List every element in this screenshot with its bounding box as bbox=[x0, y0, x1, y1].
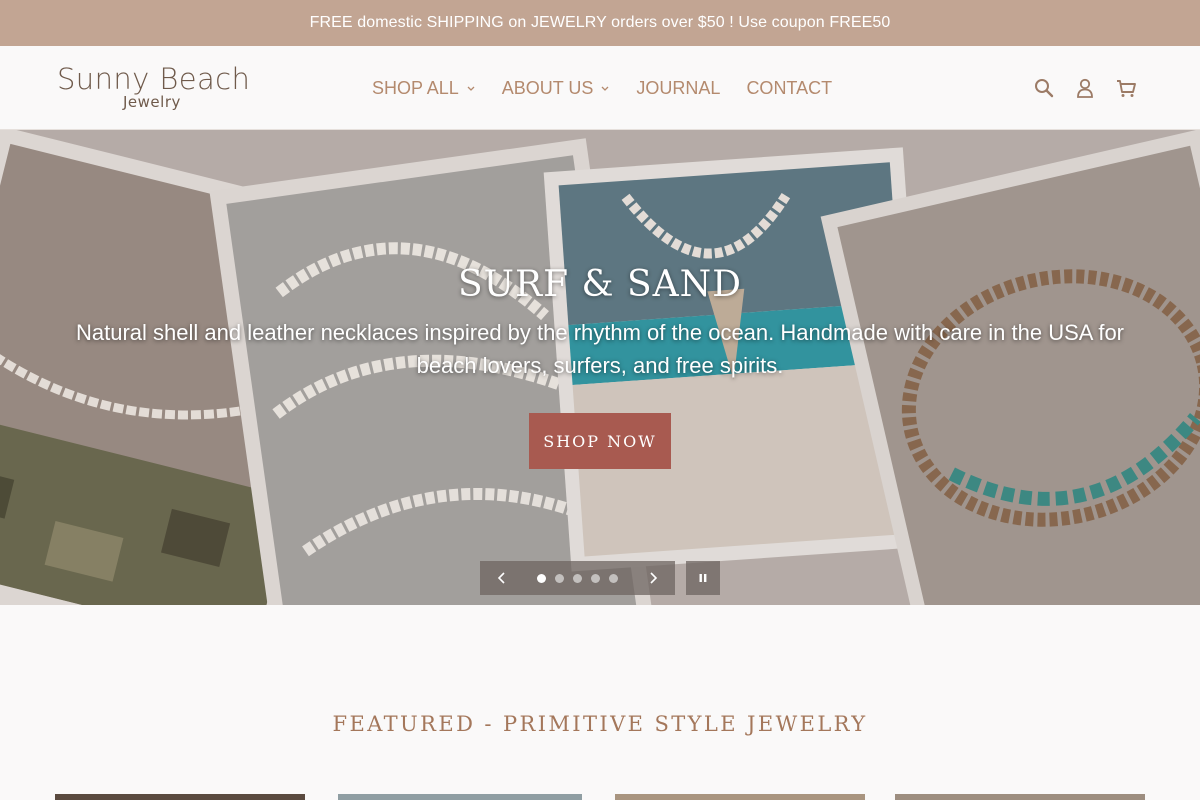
cart-icon[interactable] bbox=[1114, 76, 1138, 100]
featured-section-title: FEATURED - PRIMITIVE STYLE JEWELRY bbox=[332, 712, 868, 736]
nav-label: CONTACT bbox=[746, 77, 833, 98]
next-slide-icon[interactable] bbox=[645, 570, 661, 586]
slideshow-controls bbox=[480, 561, 675, 595]
product-thumbnail[interactable] bbox=[338, 794, 582, 800]
hero-slideshow: SURF & SAND Natural shell and leather ne… bbox=[0, 130, 1200, 605]
nav-label: JOURNAL bbox=[636, 77, 721, 98]
main-nav: SHOP ALL ABOUT US JOURNAL CONTACT bbox=[372, 46, 832, 130]
shop-now-button[interactable]: SHOP NOW bbox=[529, 413, 671, 469]
announcement-text: FREE domestic SHIPPING on JEWELRY orders… bbox=[309, 14, 891, 31]
product-thumbnail[interactable] bbox=[615, 794, 865, 800]
account-icon[interactable] bbox=[1073, 76, 1097, 100]
hero-title: SURF & SAND bbox=[457, 264, 743, 305]
nav-label: SHOP ALL bbox=[372, 77, 459, 98]
previous-slide-icon[interactable] bbox=[494, 570, 510, 586]
slide-dot[interactable] bbox=[591, 573, 600, 583]
featured-products-row bbox=[0, 794, 1200, 800]
chevron-down-icon bbox=[601, 86, 609, 91]
nav-item-journal[interactable]: JOURNAL bbox=[636, 78, 720, 99]
slide-dots bbox=[533, 573, 623, 583]
nav-item-contact[interactable]: CONTACT bbox=[746, 78, 832, 99]
logo-sub-text: Jewelry bbox=[123, 93, 181, 111]
nav-label: ABOUT US bbox=[501, 77, 594, 98]
search-icon[interactable] bbox=[1032, 76, 1056, 100]
product-thumbnail[interactable] bbox=[895, 794, 1145, 800]
nav-item-shop-all[interactable]: SHOP ALL bbox=[372, 78, 476, 99]
pause-icon[interactable] bbox=[686, 561, 720, 595]
logo[interactable]: Sunny Beach Jewelry bbox=[57, 62, 257, 114]
slide-dot[interactable] bbox=[555, 573, 564, 583]
announcement-bar: FREE domestic SHIPPING on JEWELRY orders… bbox=[0, 0, 1200, 46]
header-icons bbox=[1015, 46, 1138, 130]
chevron-down-icon bbox=[467, 86, 475, 91]
slide-dot[interactable] bbox=[537, 573, 546, 583]
site-header: Sunny Beach Jewelry SHOP ALL ABOUT US JO… bbox=[0, 46, 1200, 130]
hero-description: Natural shell and leather necklaces insp… bbox=[75, 320, 1125, 378]
nav-item-about-us[interactable]: ABOUT US bbox=[502, 78, 611, 99]
product-thumbnail[interactable] bbox=[55, 794, 305, 800]
slide-dot[interactable] bbox=[609, 573, 618, 583]
logo-main-text: Sunny Beach bbox=[57, 62, 251, 96]
slide-dot[interactable] bbox=[573, 573, 582, 583]
